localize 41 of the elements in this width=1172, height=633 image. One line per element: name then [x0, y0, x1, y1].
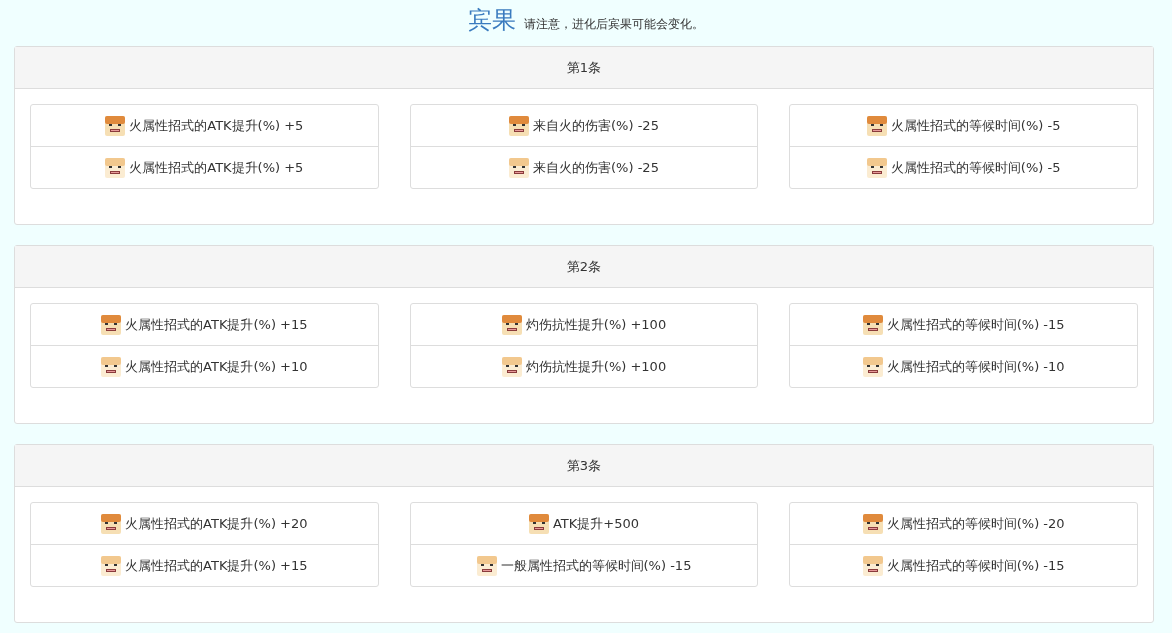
effect-text: 灼伤抗性提升(%) +100 — [525, 315, 667, 334]
creature-face-icon — [101, 513, 122, 534]
creature-face-icon — [105, 157, 126, 178]
effect-text: 火属性招式的等候时间(%) -5 — [890, 158, 1061, 177]
creature-face-icon — [862, 314, 883, 335]
effect-text: 火属性招式的等候时间(%) -20 — [886, 514, 1065, 533]
effect-text: 火属性招式的等候时间(%) -10 — [886, 357, 1065, 376]
creature-face-icon — [866, 157, 887, 178]
creature-face-icon — [101, 356, 122, 377]
effect-text: 来自火的伤害(%) -25 — [533, 158, 659, 177]
effect-text: 一般属性招式的等候时间(%) -15 — [500, 556, 692, 575]
effect-text: 灼伤抗性提升(%) +100 — [525, 357, 667, 376]
effect-text: 火属性招式的ATK提升(%) +5 — [129, 116, 304, 135]
creature-face-icon — [105, 115, 126, 136]
effect-text: 火属性招式的ATK提升(%) +10 — [125, 357, 308, 376]
effect-text: 火属性招式的ATK提升(%) +15 — [125, 556, 308, 575]
effect-text: ATK提升+500 — [552, 514, 639, 533]
effect-text: 来自火的伤害(%) -25 — [533, 116, 659, 135]
creature-face-icon — [862, 356, 883, 377]
creature-face-icon — [501, 356, 522, 377]
panel-heading: 第3条 — [15, 445, 1153, 487]
creature-face-icon — [501, 314, 522, 335]
panel-heading: 第2条 — [15, 246, 1153, 288]
creature-face-icon — [528, 513, 549, 534]
effect-text: 火属性招式的等候时间(%) -15 — [886, 556, 1065, 575]
effect-text: 火属性招式的ATK提升(%) +20 — [125, 514, 308, 533]
creature-face-icon — [862, 513, 883, 534]
creature-face-icon — [862, 555, 883, 576]
effect-text: 火属性招式的等候时间(%) -15 — [886, 315, 1065, 334]
notice-text: 请注意，进化后宾果可能会变化。 — [524, 16, 704, 33]
effect-text: 火属性招式的ATK提升(%) +5 — [129, 158, 304, 177]
creature-face-icon — [476, 555, 497, 576]
creature-face-icon — [101, 314, 122, 335]
creature-face-icon — [866, 115, 887, 136]
creature-face-icon — [509, 115, 530, 136]
page-title: 宾果 — [468, 5, 516, 36]
effect-text: 火属性招式的等候时间(%) -5 — [890, 116, 1061, 135]
creature-face-icon — [101, 555, 122, 576]
effect-text: 火属性招式的ATK提升(%) +15 — [125, 315, 308, 334]
panel-heading: 第1条 — [15, 47, 1153, 89]
creature-face-icon — [509, 157, 530, 178]
